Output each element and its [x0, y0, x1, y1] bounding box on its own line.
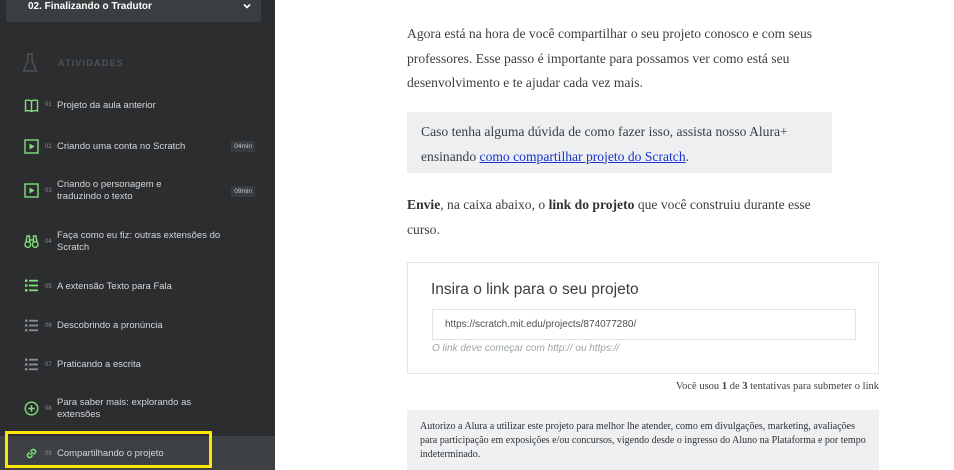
duration-badge: 09min	[231, 186, 255, 197]
callout-end: .	[685, 148, 690, 164]
chevron-down-icon	[243, 3, 251, 9]
attempts-mid: de	[727, 381, 743, 392]
intro-paragraph: Agora está na hora de você compartilhar …	[407, 26, 813, 90]
attempts-counter: Você usou 1 de 3 tentativas para submete…	[676, 381, 879, 392]
send-instructions: Envie, na caixa abaixo, o link do projet…	[407, 193, 827, 242]
section-dropdown[interactable]: 02. Finalizando o Tradutor	[6, 0, 261, 22]
activity-number: 02	[45, 144, 52, 150]
section-title: 02. Finalizando o Tradutor	[28, 1, 152, 12]
activity-title: Praticando a escrita	[57, 359, 141, 370]
activity-number: 07	[45, 362, 52, 368]
activity-item-09[interactable]: 09 Compartilhando o projeto	[0, 436, 275, 470]
authorization-notice: Autorizo a Alura a utilizar este projeto…	[407, 410, 879, 470]
activity-title: Para saber mais: explorando as extensões	[57, 397, 192, 420]
flask-icon	[22, 53, 38, 72]
activity-item-01[interactable]: 01 Projeto da aula anterior	[0, 97, 275, 115]
send-bold-2: link do projeto	[548, 197, 635, 212]
book-icon	[24, 99, 39, 113]
activity-number: 04	[45, 239, 52, 245]
scratch-share-link[interactable]: como compartilhar projeto do Scratch	[480, 149, 686, 164]
activity-number: 01	[45, 102, 52, 108]
activity-title: A extensão Texto para Fala	[57, 281, 172, 292]
link-icon	[26, 448, 37, 459]
play-video-icon	[24, 139, 39, 154]
course-sidebar: 02. Finalizando o Tradutor ATIVIDADES 01…	[0, 0, 275, 470]
input-hint: O link deve começar com http:// ou https…	[432, 343, 620, 354]
activity-number: 05	[45, 284, 52, 290]
play-video-icon	[24, 183, 39, 198]
activity-title: Projeto da aula anterior	[57, 100, 156, 111]
activity-item-08[interactable]: 08 Para saber mais: explorando as extens…	[0, 395, 275, 423]
send-bold: Envie	[407, 197, 441, 212]
activity-item-07[interactable]: 07 Praticando a escrita	[0, 356, 275, 374]
plus-circle-icon	[24, 401, 39, 416]
list-icon	[25, 358, 38, 371]
activity-title: Descobrindo a pronúncia	[57, 320, 163, 331]
activity-number: 09	[45, 451, 52, 457]
help-callout: Caso tenha alguma dúvida de como fazer i…	[407, 112, 832, 173]
activities-label: ATIVIDADES	[58, 58, 124, 68]
send-text-1: , na caixa abaixo, o	[440, 197, 549, 212]
list-icon	[25, 319, 38, 332]
card-title: Insira o link para o seu projeto	[431, 281, 639, 298]
activity-item-06[interactable]: 06 Descobrindo a pronúncia	[0, 317, 275, 335]
activity-content: Agora está na hora de você compartilhar …	[275, 0, 954, 470]
activity-item-02[interactable]: 02 Criando uma conta no Scratch 04min	[0, 138, 275, 156]
activity-title: Faça como eu fiz: outras extensões do Sc…	[57, 230, 221, 253]
attempts-suffix: tentativas para submeter o link	[747, 381, 879, 392]
project-link-card: Insira o link para o seu projeto O link …	[407, 262, 879, 374]
activity-item-03[interactable]: 03 Criando o personagem e traduzindo o t…	[0, 177, 275, 205]
binoculars-icon	[24, 235, 39, 248]
activity-title: Criando o personagem e traduzindo o text…	[57, 179, 162, 202]
attempts-prefix: Você usou	[675, 381, 722, 392]
activity-title: Criando uma conta no Scratch	[57, 141, 186, 152]
activity-item-04[interactable]: 04 Faça como eu fiz: outras extensões do…	[0, 228, 275, 256]
activity-item-05[interactable]: 05 A extensão Texto para Fala	[0, 278, 275, 296]
activity-number: 06	[45, 323, 52, 329]
project-link-input[interactable]	[432, 309, 856, 340]
activity-number: 03	[45, 188, 52, 194]
activity-title: Compartilhando o projeto	[57, 448, 164, 459]
list-icon	[25, 279, 38, 292]
activity-number: 08	[45, 406, 52, 412]
duration-badge: 04min	[231, 141, 255, 152]
